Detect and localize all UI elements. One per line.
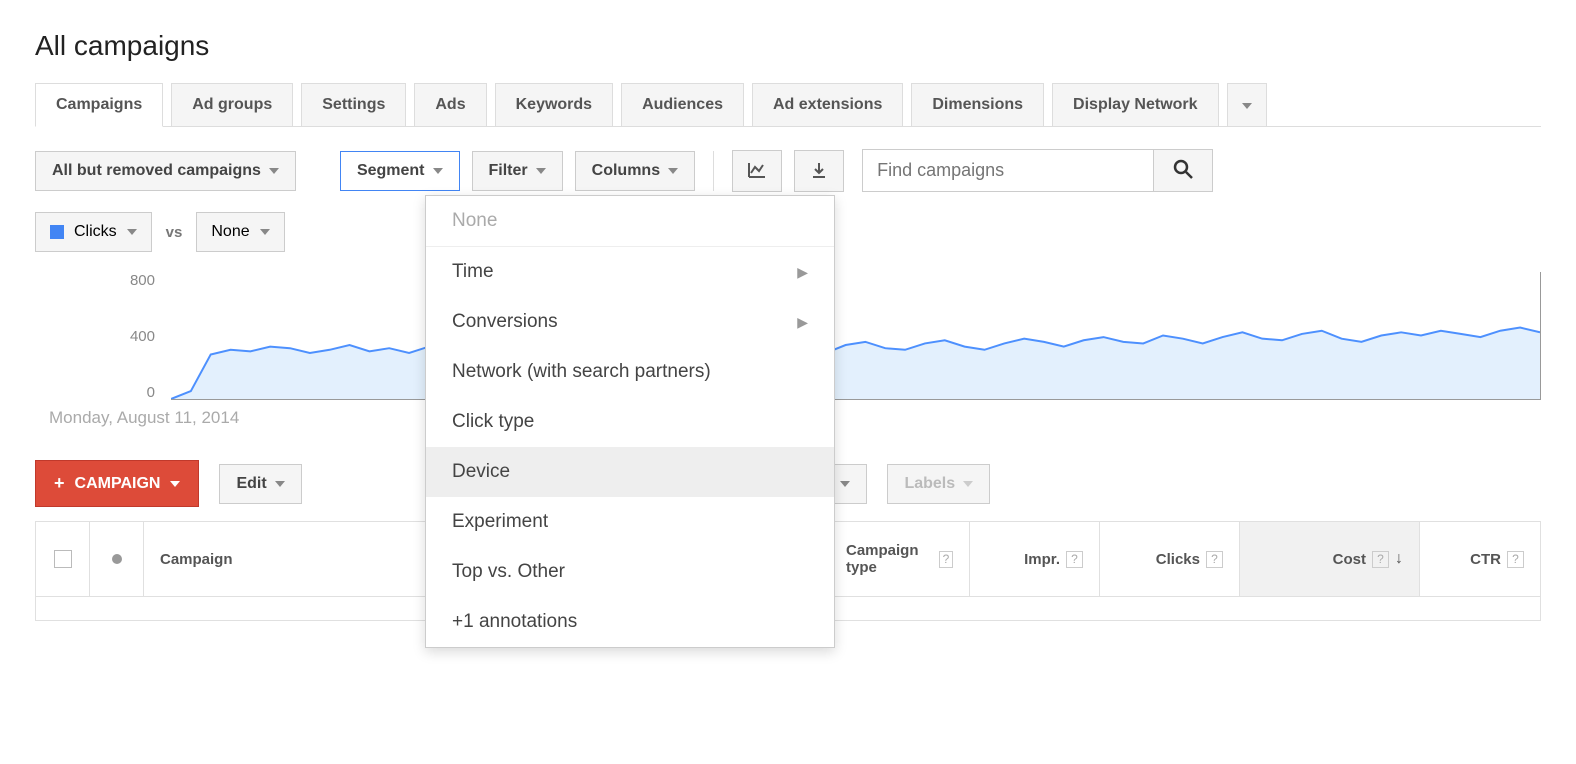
chart-area[interactable] — [171, 272, 1541, 400]
color-swatch-icon — [50, 225, 64, 239]
vs-label: vs — [166, 224, 183, 241]
chevron-down-icon — [840, 481, 850, 487]
search-input[interactable] — [863, 150, 1153, 191]
help-icon[interactable]: ? — [1372, 551, 1389, 568]
segment-menu-network[interactable]: Network (with search partners) — [426, 347, 834, 397]
divider — [713, 151, 714, 191]
filter-dropdown[interactable]: Filter — [472, 151, 563, 191]
secondary-metric-dropdown[interactable]: None — [196, 212, 284, 252]
cost-column-header[interactable]: Cost ? ↓ — [1240, 522, 1420, 596]
tab-dimensions[interactable]: Dimensions — [911, 83, 1044, 127]
campaign-type-column-header[interactable]: Campaign type ? — [830, 522, 970, 596]
edit-dropdown[interactable]: Edit — [219, 464, 301, 504]
line-chart-icon — [171, 272, 1540, 399]
segment-menu-clicktype[interactable]: Click type — [426, 397, 834, 447]
chart-toggle-button[interactable] — [732, 150, 782, 192]
tab-keywords[interactable]: Keywords — [495, 83, 613, 127]
help-icon[interactable]: ? — [1066, 551, 1083, 568]
tab-settings[interactable]: Settings — [301, 83, 406, 127]
tab-displaynetwork[interactable]: Display Network — [1052, 83, 1218, 127]
primary-metric-dropdown[interactable]: Clicks — [35, 212, 152, 252]
columns-dropdown[interactable]: Columns — [575, 151, 695, 191]
segment-menu-time[interactable]: Time ▶ — [426, 247, 834, 297]
chevron-right-icon: ▶ — [797, 314, 808, 331]
filter-label: Filter — [489, 162, 528, 180]
segment-menu-experiment[interactable]: Experiment — [426, 497, 834, 547]
segment-dropdown[interactable]: Segment — [340, 151, 460, 191]
help-icon[interactable]: ? — [1206, 551, 1223, 568]
tab-adextensions[interactable]: Ad extensions — [752, 83, 903, 127]
y-axis-labels: 800 400 0 — [115, 272, 155, 414]
segment-menu-none[interactable]: None — [426, 196, 834, 247]
chevron-down-icon — [1242, 103, 1252, 109]
labels-dropdown[interactable]: Labels — [887, 464, 990, 504]
chevron-down-icon — [963, 481, 973, 487]
status-filter-dropdown[interactable]: All but removed campaigns — [35, 151, 296, 191]
segment-menu-topvsother[interactable]: Top vs. Other — [426, 547, 834, 597]
tab-adgroups[interactable]: Ad groups — [171, 83, 293, 127]
tabs-bar: Campaigns Ad groups Settings Ads Keyword… — [0, 82, 1576, 126]
segment-menu-annotations[interactable]: +1 annotations — [426, 597, 834, 647]
download-button[interactable] — [794, 150, 844, 192]
plus-icon: + — [54, 473, 65, 494]
search-container — [862, 149, 1213, 192]
help-icon[interactable]: ? — [1507, 551, 1524, 568]
sort-down-icon: ↓ — [1395, 550, 1403, 568]
tab-overflow[interactable] — [1227, 83, 1267, 127]
tab-ads[interactable]: Ads — [414, 83, 486, 127]
chevron-down-icon — [536, 168, 546, 174]
clicks-column-header[interactable]: Clicks ? — [1100, 522, 1240, 596]
chevron-down-icon — [668, 168, 678, 174]
impr-column-header[interactable]: Impr. ? — [970, 522, 1100, 596]
segment-menu-device[interactable]: Device — [426, 447, 834, 497]
search-button[interactable] — [1153, 150, 1212, 191]
search-icon — [1172, 158, 1194, 180]
tab-audiences[interactable]: Audiences — [621, 83, 744, 127]
status-dot-icon — [112, 554, 122, 564]
status-filter-label: All but removed campaigns — [52, 162, 261, 180]
segment-menu: None Time ▶ Conversions ▶ Network (with … — [425, 195, 835, 648]
page-title: All campaigns — [0, 0, 1576, 82]
status-column-header[interactable] — [90, 522, 144, 596]
chevron-down-icon — [433, 168, 443, 174]
segment-label: Segment — [357, 162, 425, 180]
chevron-down-icon — [260, 229, 270, 235]
ctr-column-header[interactable]: CTR ? — [1420, 522, 1540, 596]
select-all-checkbox[interactable] — [36, 522, 90, 596]
download-icon — [809, 161, 829, 181]
chevron-down-icon — [275, 481, 285, 487]
chevron-down-icon — [127, 229, 137, 235]
tab-campaigns[interactable]: Campaigns — [35, 83, 163, 127]
chevron-down-icon — [170, 481, 180, 487]
segment-menu-conversions[interactable]: Conversions ▶ — [426, 297, 834, 347]
filter-toolbar: All but removed campaigns Segment Filter… — [35, 149, 1541, 192]
chart-icon — [747, 161, 767, 181]
columns-label: Columns — [592, 162, 660, 180]
chevron-right-icon: ▶ — [797, 264, 808, 281]
chevron-down-icon — [269, 168, 279, 174]
help-icon[interactable]: ? — [939, 551, 953, 568]
new-campaign-button[interactable]: + CAMPAIGN — [35, 460, 199, 507]
